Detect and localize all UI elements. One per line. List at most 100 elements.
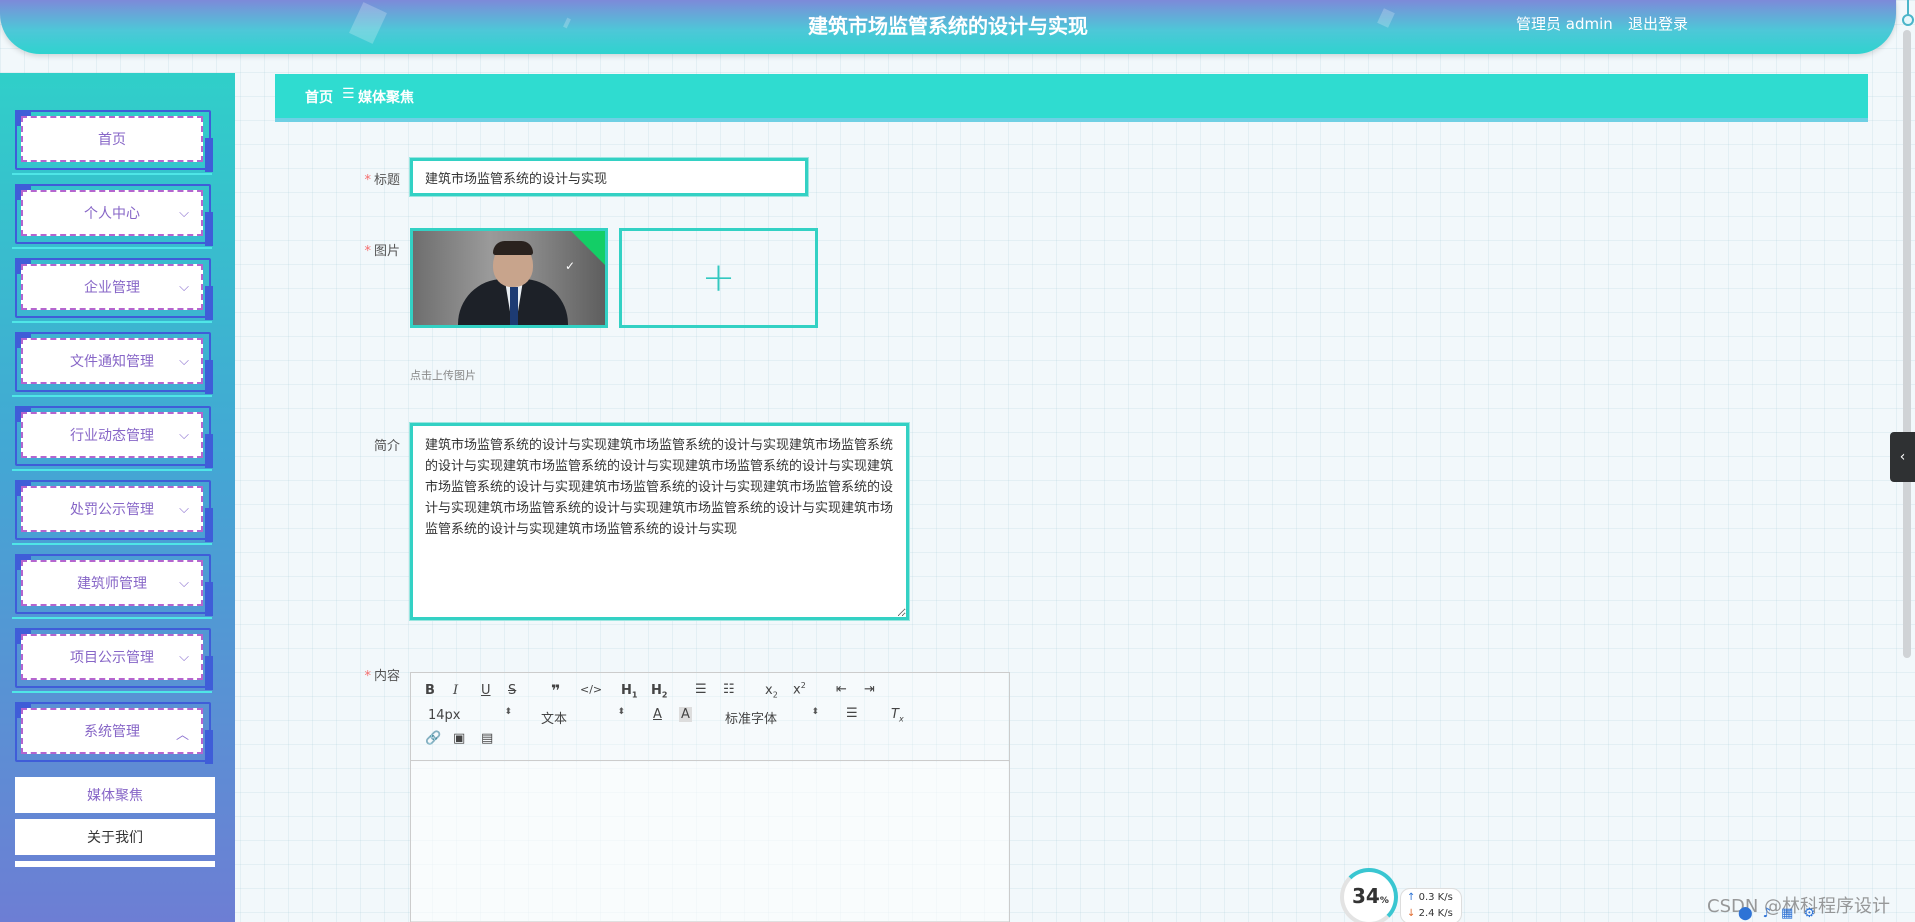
chevron-down-icon: ⌵ <box>179 502 189 517</box>
chevron-down-icon: ⌵ <box>179 280 189 295</box>
heading2-icon[interactable]: H2 <box>651 683 667 700</box>
sidebar-item-label: 企业管理 <box>84 280 140 296</box>
menu-divider <box>12 469 212 471</box>
settings-icon[interactable]: ⚙ <box>1803 906 1815 921</box>
title-label: * 标题 <box>364 173 400 188</box>
title-input[interactable] <box>409 157 809 197</box>
sidebar-item-penalty[interactable]: 处罚公示管理 ⌵ <box>15 480 213 542</box>
select-arrow-icon: ⬍ <box>811 707 819 717</box>
sidebar-item-system[interactable]: 系统管理 ︿ <box>15 702 213 764</box>
link-icon[interactable]: 🔗 <box>425 731 441 746</box>
outdent-icon[interactable]: ⇤ <box>836 682 847 697</box>
chevron-down-icon: ⌵ <box>179 354 189 369</box>
breadcrumb-current: 媒体聚焦 <box>358 90 414 106</box>
bullet-list-icon[interactable]: ☷ <box>723 682 735 697</box>
font-size-select[interactable]: 14px ⬍ <box>428 707 512 723</box>
background-color-icon[interactable]: A <box>679 707 692 722</box>
superscript-icon[interactable]: x2 <box>793 681 806 697</box>
editor-content-area[interactable] <box>411 762 1009 922</box>
underline-icon[interactable]: U <box>481 683 491 698</box>
image-upload-button[interactable]: + <box>619 228 818 328</box>
current-user: 管理员 admin <box>1516 15 1613 33</box>
sidebar-subitem-about-us[interactable]: 关于我们 <box>15 819 215 855</box>
menu-divider <box>12 617 212 619</box>
font-color-icon[interactable]: A <box>653 707 662 722</box>
top-header: 建筑市场监管系统的设计与实现 管理员 admin 退出登录 <box>0 0 1896 54</box>
intro-label: 简介 <box>373 439 400 454</box>
menu-divider <box>12 691 212 693</box>
plus-icon: + <box>701 255 736 301</box>
align-icon[interactable]: ☰ <box>846 706 858 721</box>
ordered-list-icon[interactable]: ☰ <box>695 682 707 697</box>
heading1-icon[interactable]: H1 <box>621 683 637 700</box>
upload-success-badge <box>571 231 605 265</box>
vertical-scrollbar[interactable] <box>1903 30 1911 658</box>
rich-text-editor: B I U S ❞ </> H1 H2 ☰ ☷ x2 x2 ⇤ ⇥ 14px ⬍ … <box>410 672 1010 922</box>
uploaded-image-thumbnail[interactable]: ✓ <box>410 228 608 328</box>
menu-divider <box>12 543 212 545</box>
video-icon[interactable]: ▤ <box>481 731 493 746</box>
sidebar-item-label: 行业动态管理 <box>70 428 154 444</box>
image-label: * 图片 <box>364 244 400 259</box>
chevron-down-icon: ⌵ <box>179 206 189 221</box>
sidebar-item-label: 系统管理 <box>84 724 140 740</box>
chevron-up-icon: ︿ <box>175 728 189 743</box>
sidebar-item-label: 建筑师管理 <box>77 576 147 592</box>
ime-icon[interactable]: ⬤ <box>1738 906 1753 921</box>
menu-divider <box>12 395 212 397</box>
chevron-left-icon[interactable]: ‹ <box>1890 432 1915 482</box>
sidebar-item-label: 首页 <box>98 132 126 148</box>
chevron-down-icon: ⌵ <box>179 576 189 591</box>
select-arrow-icon: ⬍ <box>504 707 512 717</box>
network-speed-widget: 34% ↑ 0.3 K/s ↓ 2.4 K/s <box>1340 868 1462 922</box>
sidebar: 首页 个人中心 ⌵ 企业管理 ⌵ 文件通知管理 ⌵ 行业动态管理 ⌵ 处罚公示管… <box>0 73 235 922</box>
code-block-icon[interactable]: </> <box>580 683 602 696</box>
sidebar-item-label: 文件通知管理 <box>70 354 154 370</box>
keyboard-icon[interactable]: ▦ <box>1781 906 1793 921</box>
menu-divider <box>12 247 212 249</box>
sidebar-subitem-media-focus[interactable]: 媒体聚焦 <box>15 777 215 813</box>
intro-textarea[interactable] <box>409 422 910 621</box>
breadcrumb-separator-icon: ☰ <box>342 86 355 102</box>
scroll-top-indicator <box>1900 0 1914 30</box>
image-icon[interactable]: ▣ <box>453 731 465 746</box>
editor-toolbar: B I U S ❞ </> H1 H2 ☰ ☷ x2 x2 ⇤ ⇥ 14px ⬍ … <box>411 673 1009 761</box>
content-label: * 内容 <box>364 669 400 684</box>
sidebar-item-label: 项目公示管理 <box>70 650 154 666</box>
bold-icon[interactable]: B <box>425 683 435 698</box>
menu-divider <box>12 173 212 175</box>
clear-format-icon[interactable]: Tx <box>891 707 904 724</box>
sidebar-subitem-partial <box>15 861 215 867</box>
check-icon: ✓ <box>564 259 575 273</box>
blockquote-icon[interactable]: ❞ <box>551 681 560 700</box>
indent-icon[interactable]: ⇥ <box>864 682 875 697</box>
upload-tip: 点击上传图片 <box>410 369 476 382</box>
speed-readout: ↑ 0.3 K/s ↓ 2.4 K/s <box>1400 888 1462 922</box>
sidebar-item-label: 个人中心 <box>84 206 140 222</box>
chevron-down-icon: ⌵ <box>179 428 189 443</box>
chevron-down-icon: ⌵ <box>179 650 189 665</box>
subscript-icon[interactable]: x2 <box>765 683 778 700</box>
font-family-select[interactable]: 标准字体 ⬍ <box>725 707 819 727</box>
sidebar-item-home[interactable]: 首页 <box>15 110 213 172</box>
sidebar-item-architect[interactable]: 建筑师管理 ⌵ <box>15 554 213 616</box>
breadcrumb: 首页 ☰ 媒体聚焦 <box>275 74 1868 118</box>
mic-icon[interactable]: ♪ <box>1763 906 1771 921</box>
sidebar-item-file-notice[interactable]: 文件通知管理 ⌵ <box>15 332 213 394</box>
header-select[interactable]: 文本 ⬍ <box>541 707 625 727</box>
sidebar-item-label: 处罚公示管理 <box>70 502 154 518</box>
sidebar-item-enterprise[interactable]: 企业管理 ⌵ <box>15 258 213 320</box>
upload-arrow-icon: ↑ <box>1407 892 1416 903</box>
breadcrumb-home[interactable]: 首页 <box>305 87 333 107</box>
speed-percent: 34% <box>1352 884 1389 908</box>
logout-link[interactable]: 退出登录 <box>1628 13 1688 34</box>
system-tray: ⬤ ♪ ▦ ⚙ <box>1738 902 1820 922</box>
download-arrow-icon: ↓ <box>1407 908 1416 919</box>
sidebar-item-project[interactable]: 项目公示管理 ⌵ <box>15 628 213 690</box>
subitem-label: 关于我们 <box>87 830 143 846</box>
select-arrow-icon: ⬍ <box>617 707 625 717</box>
strikethrough-icon[interactable]: S <box>508 683 516 698</box>
italic-icon[interactable]: I <box>453 683 458 698</box>
sidebar-item-personal-center[interactable]: 个人中心 ⌵ <box>15 184 213 246</box>
sidebar-item-industry-news[interactable]: 行业动态管理 ⌵ <box>15 406 213 468</box>
